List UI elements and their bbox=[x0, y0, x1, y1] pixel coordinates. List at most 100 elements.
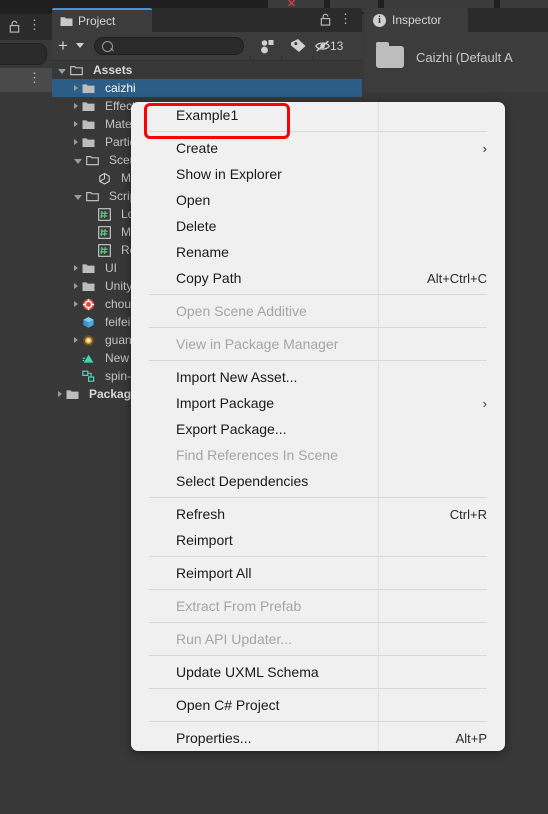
menu-item-label: Open C# Project bbox=[176, 697, 280, 713]
folder-icon bbox=[82, 137, 95, 147]
menu-item-select-dependencies[interactable]: Select Dependencies bbox=[131, 468, 505, 494]
kebab-menu-icon[interactable]: ⋮ bbox=[28, 18, 41, 31]
lock-icon[interactable] bbox=[8, 20, 21, 33]
chevron-right-icon[interactable] bbox=[74, 337, 78, 343]
prefab-variant-icon bbox=[82, 298, 95, 310]
prefab-icon bbox=[83, 316, 94, 328]
menu-item-create[interactable]: Create › bbox=[131, 135, 505, 161]
search-icon bbox=[102, 41, 113, 52]
tree-item-icon bbox=[82, 262, 100, 275]
menu-item-update-uxml-schema[interactable]: Update UXML Schema bbox=[131, 659, 505, 685]
menu-item-label: Open Scene Additive bbox=[176, 303, 307, 319]
left-panel-row[interactable] bbox=[0, 68, 52, 92]
menu-item-export-package[interactable]: Export Package... bbox=[131, 416, 505, 442]
menu-item-open-scene-additive: Open Scene Additive bbox=[131, 298, 505, 324]
chevron-right-icon[interactable] bbox=[74, 265, 78, 271]
csharp-script-icon bbox=[98, 243, 111, 257]
menu-item-rename[interactable]: Rename bbox=[131, 239, 505, 265]
chevron-down-icon[interactable] bbox=[74, 194, 82, 200]
tree-item-caizhi[interactable]: caizhi bbox=[52, 79, 362, 97]
tree-item-icon bbox=[86, 154, 104, 167]
menu-item-label: Show in Explorer bbox=[176, 166, 282, 182]
menu-item-view-in-package-manager: View in Package Manager bbox=[131, 331, 505, 357]
hidden-packages-count: 13 bbox=[330, 39, 344, 53]
menu-item-import-new-asset[interactable]: Import New Asset... bbox=[131, 364, 505, 390]
tree-item-icon bbox=[82, 82, 100, 95]
kebab-menu-icon[interactable]: ⋮ bbox=[339, 11, 352, 27]
menu-item-refresh[interactable]: Refresh Ctrl+R bbox=[131, 501, 505, 527]
folder-icon bbox=[376, 42, 404, 68]
menu-separator bbox=[149, 589, 487, 590]
add-asset-button[interactable]: + bbox=[58, 37, 68, 54]
menu-separator bbox=[149, 327, 487, 328]
menu-item-label: Create bbox=[176, 140, 219, 156]
chevron-right-icon[interactable] bbox=[74, 103, 78, 109]
asset-context-menu[interactable]: Example1 Create › Show in Explorer Open Delet… bbox=[131, 102, 505, 751]
menu-item-reimport-all[interactable]: Reimport All bbox=[131, 560, 505, 586]
tree-item-label: Assets bbox=[93, 63, 133, 77]
unity-scene-icon bbox=[99, 172, 110, 185]
folder-open-icon bbox=[86, 191, 99, 201]
folder-icon bbox=[82, 83, 95, 93]
chevron-right-icon[interactable] bbox=[74, 85, 78, 91]
menu-item-delete[interactable]: Delete bbox=[131, 213, 505, 239]
chevron-down-icon[interactable] bbox=[74, 158, 82, 164]
menu-separator bbox=[149, 497, 487, 498]
project-tab-bar: Project ⋮ bbox=[52, 8, 362, 32]
search-input[interactable] bbox=[94, 37, 244, 55]
filter-type-icon[interactable] bbox=[255, 36, 279, 56]
kebab-menu-icon[interactable]: ⋮ bbox=[28, 70, 41, 86]
chevron-right-icon[interactable] bbox=[58, 391, 62, 397]
chevron-down-icon[interactable] bbox=[58, 68, 66, 74]
project-toolbar: + 13 bbox=[52, 32, 362, 84]
tab-project[interactable]: Project bbox=[52, 8, 152, 32]
light-icon bbox=[83, 334, 94, 346]
tree-item-icon bbox=[86, 190, 104, 203]
chevron-right-icon: › bbox=[482, 395, 487, 411]
chevron-right-icon[interactable] bbox=[74, 283, 78, 289]
menu-item-find-references-in-scene: Find References In Scene bbox=[131, 442, 505, 468]
menu-item-label: View in Package Manager bbox=[176, 336, 339, 352]
folder-icon bbox=[82, 119, 95, 129]
animation-clip-icon bbox=[82, 354, 94, 363]
menu-item-copy-path[interactable]: Copy Path Alt+Ctrl+C bbox=[131, 265, 505, 291]
chevron-right-icon[interactable] bbox=[74, 121, 78, 127]
menu-item-extract-from-prefab: Extract From Prefab bbox=[131, 593, 505, 619]
chevron-right-icon[interactable] bbox=[74, 139, 78, 145]
menu-item-label: Export Package... bbox=[176, 421, 287, 437]
folder-icon bbox=[66, 389, 79, 399]
left-search-field[interactable] bbox=[0, 43, 47, 65]
tree-item-label: caizhi bbox=[105, 81, 136, 95]
inspector-tab-bar: i Inspector bbox=[364, 8, 548, 32]
tree-item-icon bbox=[82, 136, 100, 149]
tree-item-icon bbox=[98, 172, 116, 185]
folder-icon bbox=[82, 263, 95, 273]
menu-item-label: Run API Updater... bbox=[176, 631, 292, 647]
menu-item-label: Properties... bbox=[176, 730, 252, 746]
tree-item-icon bbox=[82, 334, 100, 347]
folder-icon bbox=[82, 281, 95, 291]
lock-icon[interactable] bbox=[319, 13, 332, 26]
menu-separator bbox=[149, 360, 487, 361]
menu-item-open[interactable]: Open bbox=[131, 187, 505, 213]
menu-item-reimport[interactable]: Reimport bbox=[131, 527, 505, 553]
menu-item-label: Example1 bbox=[176, 107, 239, 123]
tree-item-icon bbox=[82, 298, 100, 311]
tree-item-icon bbox=[70, 64, 88, 77]
menu-item-properties[interactable]: Properties... Alt+P bbox=[131, 725, 505, 751]
tag-icon[interactable] bbox=[286, 36, 310, 56]
chevron-right-icon[interactable] bbox=[74, 301, 78, 307]
tree-item-icon bbox=[82, 352, 100, 365]
menu-item-import-package[interactable]: Import Package › bbox=[131, 390, 505, 416]
tab-inspector[interactable]: i Inspector bbox=[364, 8, 468, 32]
inspector-asset-title: Caizhi (Default A bbox=[416, 50, 513, 65]
menu-item-show-in-explorer[interactable]: Show in Explorer bbox=[131, 161, 505, 187]
tab-inspector-label: Inspector bbox=[392, 13, 442, 27]
menu-item-label: Find References In Scene bbox=[176, 447, 338, 463]
menu-item-open-c-project[interactable]: Open C# Project bbox=[131, 692, 505, 718]
tree-item-assets[interactable]: Assets bbox=[52, 61, 362, 79]
menu-item-example1[interactable]: Example1 bbox=[131, 102, 505, 128]
chevron-down-icon[interactable] bbox=[76, 43, 84, 48]
left-sliver-panel: ⋮ ⋮ bbox=[0, 14, 52, 814]
tree-item-icon bbox=[98, 243, 116, 257]
